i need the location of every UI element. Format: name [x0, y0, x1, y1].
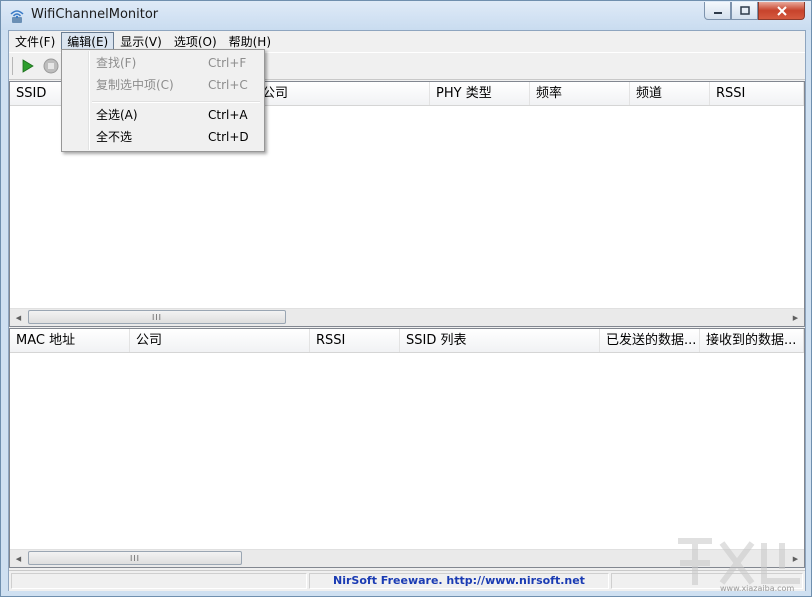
scroll-thumb[interactable]: III: [28, 551, 242, 565]
station-list[interactable]: MAC 地址 公司 RSSI SSID 列表 已发送的数据... 接收到的数据.…: [9, 328, 805, 568]
column-received-data[interactable]: 接收到的数据...: [700, 329, 804, 352]
menu-file[interactable]: 文件(F): [9, 32, 61, 50]
menu-view[interactable]: 显示(V): [114, 32, 168, 50]
station-list-header: MAC 地址 公司 RSSI SSID 列表 已发送的数据... 接收到的数据.…: [10, 329, 804, 353]
menu-item-shortcut: Ctrl+D: [208, 130, 249, 144]
column-company[interactable]: 公司: [256, 82, 430, 105]
column-phy-type[interactable]: PHY 类型: [430, 82, 530, 105]
nirsoft-link[interactable]: NirSoft Freeware. http://www.nirsoft.net: [309, 571, 609, 591]
maximize-icon: [739, 6, 750, 15]
menu-item-copy-selected[interactable]: 复制选中项(C) Ctrl+C: [64, 74, 262, 96]
start-icon: [22, 59, 34, 73]
column-rssi[interactable]: RSSI: [310, 329, 400, 352]
scroll-left-arrow-icon[interactable]: ◀: [10, 309, 27, 326]
window-title: WifiChannelMonitor: [31, 7, 159, 22]
menu-item-shortcut: Ctrl+C: [208, 78, 248, 92]
watermark-url: www.xiazaiba.com: [720, 584, 795, 593]
column-sent-data[interactable]: 已发送的数据...: [600, 329, 700, 352]
site-watermark-logo: [678, 538, 800, 585]
close-icon: [776, 5, 787, 16]
menu-bar: 文件(F) 编辑(E) 显示(V) 选项(O) 帮助(H): [9, 31, 805, 51]
close-button[interactable]: [758, 2, 805, 20]
menu-item-select-all[interactable]: 全选(A) Ctrl+A: [64, 104, 262, 126]
column-company[interactable]: 公司: [130, 329, 310, 352]
status-pane-left: [11, 573, 307, 589]
column-channel[interactable]: 频道: [630, 82, 710, 105]
toolbar-grip: [12, 57, 14, 75]
network-list-hscrollbar[interactable]: ◀ III ▶: [10, 308, 804, 326]
column-frequency[interactable]: 频率: [530, 82, 630, 105]
title-bar[interactable]: WifiChannelMonitor: [1, 1, 811, 30]
menu-item-shortcut: Ctrl+A: [208, 108, 248, 122]
wifi-app-icon: [9, 8, 25, 24]
column-mac-address[interactable]: MAC 地址: [10, 329, 130, 352]
menu-separator: [92, 101, 260, 103]
edit-menu-dropdown: 查找(F) Ctrl+F 复制选中项(C) Ctrl+C 全选(A) Ctrl+…: [61, 49, 265, 152]
menu-edit[interactable]: 编辑(E): [61, 32, 115, 50]
menu-item-deselect-all[interactable]: 全不选 Ctrl+D: [64, 126, 262, 148]
stop-button[interactable]: [42, 57, 60, 75]
menu-item-label: 全选(A): [96, 108, 138, 122]
column-rssi[interactable]: RSSI: [710, 82, 804, 105]
scroll-right-arrow-icon[interactable]: ▶: [787, 309, 804, 326]
scroll-left-arrow-icon[interactable]: ◀: [10, 550, 27, 567]
menu-item-label: 复制选中项(C): [96, 78, 174, 92]
maximize-button[interactable]: [731, 2, 758, 20]
minimize-button[interactable]: [704, 2, 731, 20]
menu-item-find[interactable]: 查找(F) Ctrl+F: [64, 52, 262, 74]
menu-help[interactable]: 帮助(H): [223, 32, 277, 50]
minimize-icon: [713, 11, 722, 14]
menu-options[interactable]: 选项(O): [168, 32, 223, 50]
menu-item-label: 全不选: [96, 130, 133, 144]
stop-icon: [43, 58, 59, 74]
menu-item-shortcut: Ctrl+F: [208, 56, 247, 70]
start-button[interactable]: [18, 57, 36, 75]
scroll-thumb[interactable]: III: [28, 310, 286, 324]
menu-item-label: 查找(F): [96, 56, 137, 70]
column-ssid-list[interactable]: SSID 列表: [400, 329, 600, 352]
